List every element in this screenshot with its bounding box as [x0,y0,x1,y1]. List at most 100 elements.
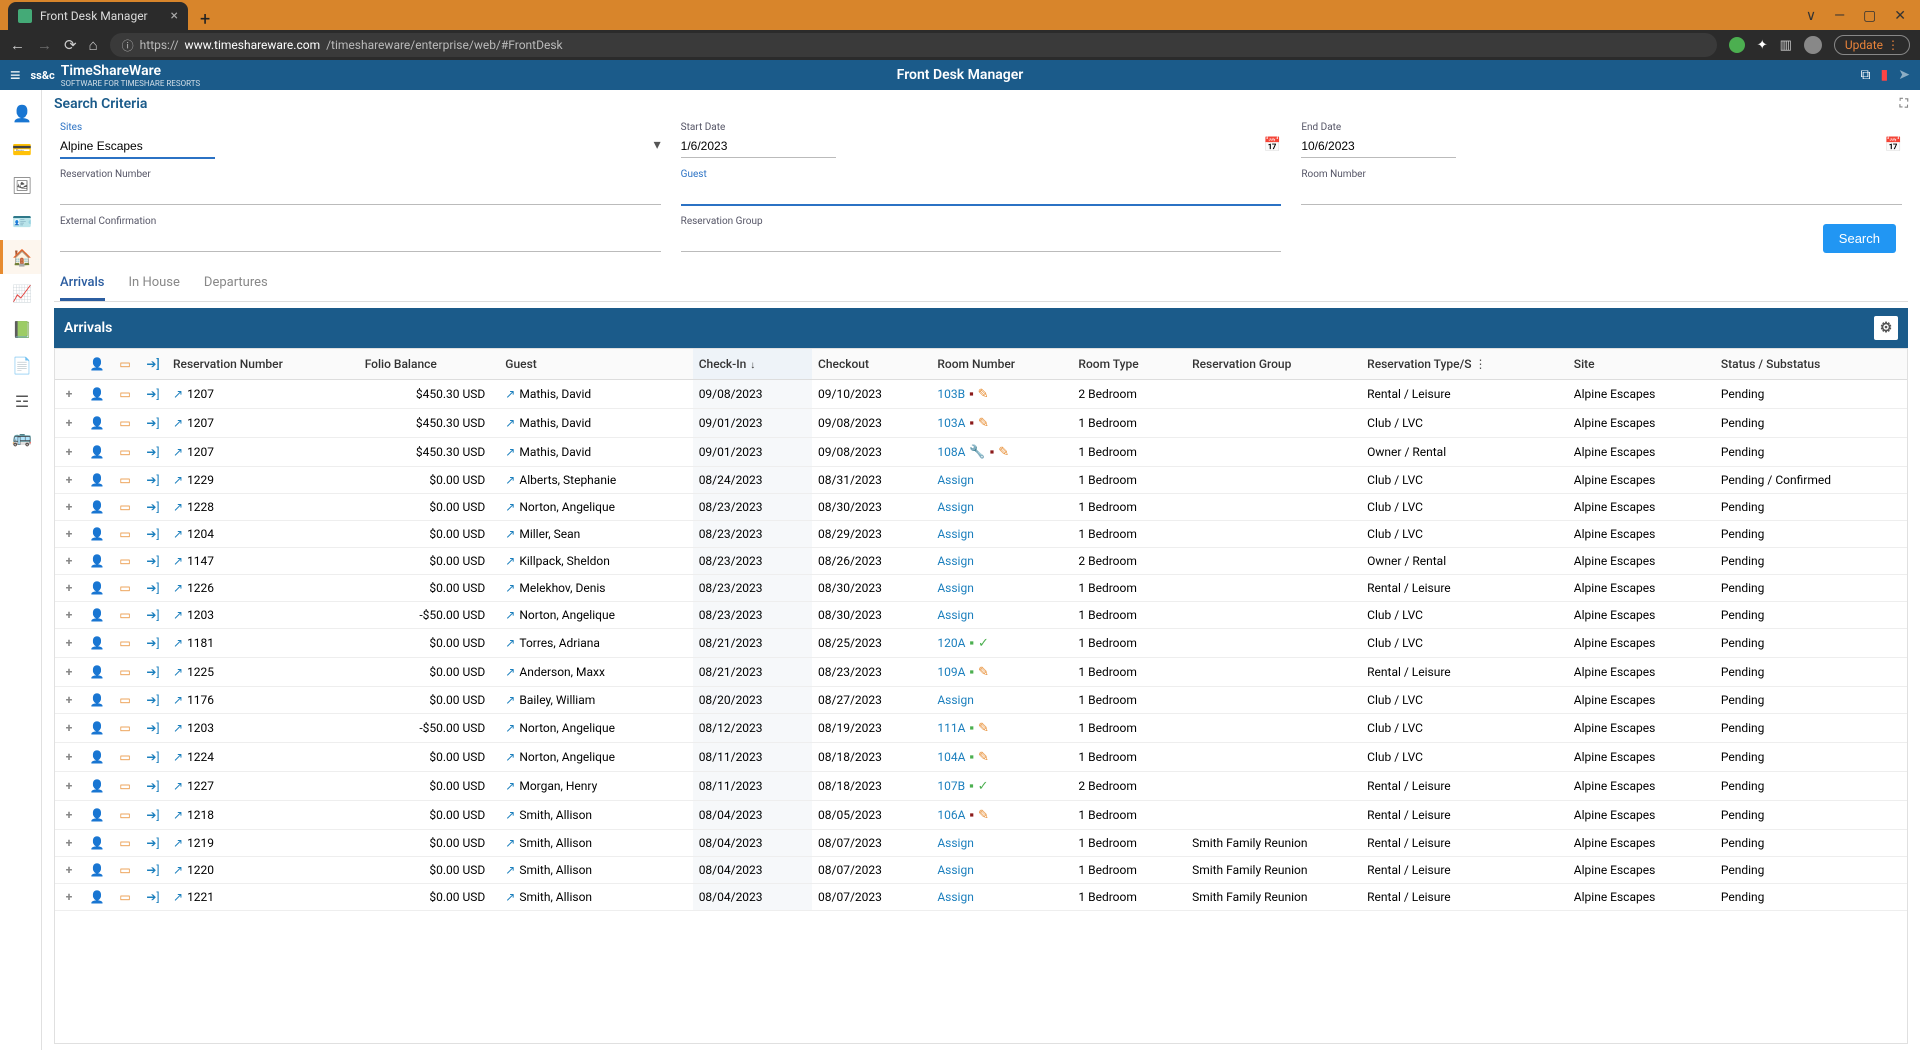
assign-room-link[interactable]: Assign [937,693,974,707]
message-icon[interactable]: ▭ [119,554,130,568]
end-date-input[interactable] [1301,135,1456,158]
expand-row-icon[interactable]: + [66,779,73,793]
reload-icon[interactable]: ⟳ [64,36,77,54]
message-icon[interactable]: ▭ [119,863,130,877]
message-icon[interactable]: ▭ [119,608,130,622]
cell-guest[interactable]: ↗Mathis, David [499,409,692,438]
sidebar-item-user[interactable]: 👤 [0,96,41,130]
browser-tab[interactable]: Front Desk Manager × [8,2,188,30]
ext-conf-input[interactable] [60,229,661,252]
col-guest[interactable]: Guest [499,349,692,380]
cell-res-num[interactable]: ↗1207 [167,409,359,438]
cell-guest[interactable]: ↗Norton, Angelique [499,743,692,772]
checkin-action-icon[interactable]: ➔] [146,693,159,707]
cell-guest[interactable]: ↗Norton, Angelique [499,714,692,743]
person-icon[interactable]: 👤 [90,779,105,793]
checkin-action-icon[interactable]: ➔] [146,750,159,764]
apps-icon[interactable]: ▥ [1780,38,1792,53]
tab-close-icon[interactable]: × [171,8,178,24]
checkin-action-icon[interactable]: ➔] [146,608,159,622]
table-row[interactable]: +👤▭➔]↗1226$0.00 USD↗Melekhov, Denis08/23… [55,575,1907,602]
table-row[interactable]: +👤▭➔]↗1204$0.00 USD↗Miller, Sean08/23/20… [55,521,1907,548]
message-icon[interactable]: ▭ [119,836,130,850]
menu-icon[interactable]: ≡ [10,65,21,86]
col-room-num[interactable]: Room Number [931,349,1072,380]
message-icon[interactable]: ▭ [119,750,130,764]
message-icon[interactable]: ▭ [119,890,130,904]
message-icon[interactable]: ▭ [119,779,130,793]
back-icon[interactable]: ← [10,36,25,54]
expand-row-icon[interactable]: + [66,500,73,514]
cell-guest[interactable]: ↗Smith, Allison [499,884,692,911]
checkin-action-icon[interactable]: ➔] [146,500,159,514]
col-checkin[interactable]: Check-In↓ [693,349,812,380]
cell-res-num[interactable]: ↗1221 [167,884,359,911]
profile-icon[interactable] [1804,36,1822,54]
assign-room-link[interactable]: Assign [937,500,974,514]
table-row[interactable]: +👤▭➔]↗1221$0.00 USD↗Smith, Allison08/04/… [55,884,1907,911]
res-group-input[interactable] [681,229,1282,252]
expand-row-icon[interactable]: + [66,387,73,401]
cell-res-num[interactable]: ↗1207 [167,438,359,467]
table-row[interactable]: +👤▭➔]↗1207$450.30 USD↗Mathis, David09/08… [55,380,1907,409]
expand-row-icon[interactable]: + [66,554,73,568]
table-row[interactable]: +👤▭➔]↗1203-$50.00 USD↗Norton, Angelique0… [55,602,1907,629]
assign-room-link[interactable]: Assign [937,863,974,877]
checkin-action-icon[interactable]: ➔] [146,527,159,541]
cell-guest[interactable]: ↗Smith, Allison [499,801,692,830]
cell-res-num[interactable]: ↗1176 [167,687,359,714]
extensions-icon[interactable]: ✦ [1757,38,1768,53]
cell-res-num[interactable]: ↗1207 [167,380,359,409]
col-res-group[interactable]: Reservation Group [1186,349,1361,380]
table-row[interactable]: +👤▭➔]↗1225$0.00 USD↗Anderson, Maxx08/21/… [55,658,1907,687]
cell-res-num[interactable]: ↗1229 [167,467,359,494]
checkin-action-icon[interactable]: ➔] [146,721,159,735]
assign-room-link[interactable]: Assign [937,608,974,622]
col-message-icon[interactable]: ▭ [111,349,139,380]
col-site[interactable]: Site [1568,349,1715,380]
person-icon[interactable]: 👤 [90,721,105,735]
checkin-action-icon[interactable]: ➔] [146,890,159,904]
table-row[interactable]: +👤▭➔]↗1224$0.00 USD↗Norton, Angelique08/… [55,743,1907,772]
expand-row-icon[interactable]: + [66,890,73,904]
message-icon[interactable]: ▭ [119,636,130,650]
room-link[interactable]: 109A [937,665,965,679]
message-icon[interactable]: ▭ [119,665,130,679]
col-status[interactable]: Status / Substatus [1715,349,1907,380]
sidebar-item-image[interactable]: 🖼 [0,168,41,202]
maximize-icon[interactable]: ▢ [1863,8,1876,24]
expand-row-icon[interactable]: + [66,665,73,679]
message-icon[interactable]: ▭ [119,387,130,401]
arrivals-table-wrap[interactable]: 👤 ▭ ➔] Reservation Number Folio Balance … [54,348,1908,1044]
table-row[interactable]: +👤▭➔]↗1203-$50.00 USD↗Norton, Angelique0… [55,714,1907,743]
table-row[interactable]: +👤▭➔]↗1176$0.00 USD↗Bailey, William08/20… [55,687,1907,714]
sites-input[interactable] [60,135,215,159]
sidebar-item-home[interactable]: 🏠 [0,240,41,274]
cell-res-num[interactable]: ↗1218 [167,801,359,830]
person-icon[interactable]: 👤 [90,473,105,487]
calendar-icon[interactable]: 📅 [1885,137,1902,153]
expand-row-icon[interactable]: + [66,416,73,430]
room-link[interactable]: 111A [937,721,965,735]
tab-in-house[interactable]: In House [129,267,180,301]
message-icon[interactable]: ▭ [119,527,130,541]
res-num-input[interactable] [60,182,661,205]
search-button[interactable]: Search [1823,224,1896,253]
assign-room-link[interactable]: Assign [937,836,974,850]
table-row[interactable]: +👤▭➔]↗1207$450.30 USD↗Mathis, David09/01… [55,438,1907,467]
expand-row-icon[interactable]: + [66,808,73,822]
col-login-icon[interactable]: ➔] [139,349,167,380]
col-person-icon[interactable]: 👤 [83,349,111,380]
table-row[interactable]: +👤▭➔]↗1228$0.00 USD↗Norton, Angelique08/… [55,494,1907,521]
expand-row-icon[interactable]: + [66,836,73,850]
checkin-action-icon[interactable]: ➔] [146,636,159,650]
expand-row-icon[interactable]: + [66,636,73,650]
cell-guest[interactable]: ↗Mathis, David [499,438,692,467]
close-window-icon[interactable]: ✕ [1894,8,1906,24]
start-date-input[interactable] [681,135,836,158]
assign-room-link[interactable]: Assign [937,473,974,487]
person-icon[interactable]: 👤 [90,581,105,595]
room-link[interactable]: 106A [937,808,965,822]
notification-icon[interactable]: ▮ [1881,67,1889,83]
tab-departures[interactable]: Departures [204,267,268,301]
